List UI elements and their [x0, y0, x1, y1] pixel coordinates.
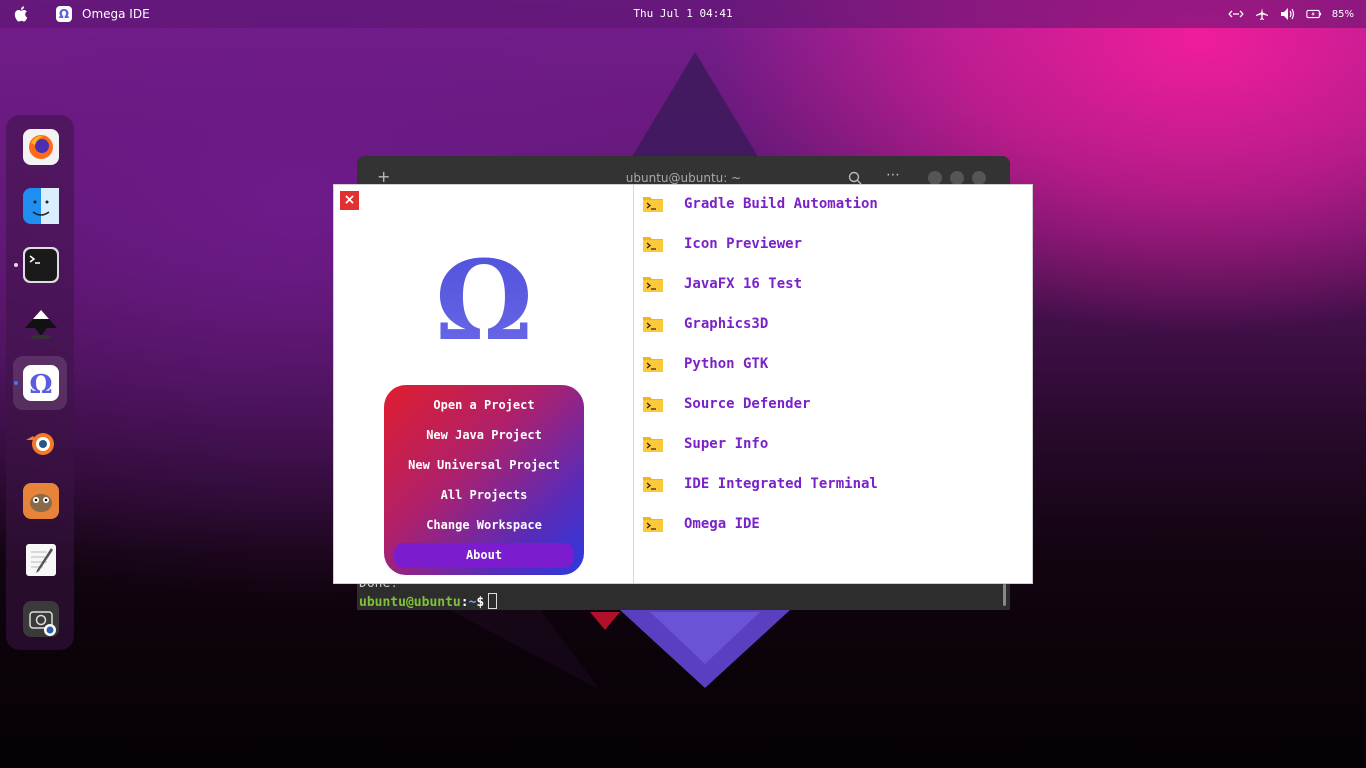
start-menu: Open a Project New Java Project New Univ… [384, 385, 584, 575]
project-name[interactable]: IDE Integrated Terminal [684, 476, 878, 492]
project-name[interactable]: Icon Previewer [684, 236, 802, 252]
volume-icon[interactable] [1280, 6, 1296, 22]
inkscape-icon[interactable] [23, 306, 59, 342]
project-folder-icon [643, 197, 663, 212]
top-bar: Ω Omega IDE Thu Jul 1 04:41 85% [0, 0, 1366, 28]
terminal-prompt: ubuntu@ubuntu:~$ [359, 593, 498, 610]
project-item[interactable]: Source Defender [634, 385, 1032, 425]
airplane-mode-icon[interactable] [1254, 6, 1270, 22]
project-folder-icon [643, 237, 663, 252]
all-projects-button[interactable]: All Projects [394, 483, 574, 513]
maximize-button[interactable] [950, 171, 964, 185]
battery-percentage: 85% [1331, 8, 1354, 20]
svg-text:Ω: Ω [29, 370, 52, 400]
screenshot-icon[interactable] [23, 601, 59, 637]
prompt-separator: : [460, 595, 469, 610]
project-folder-icon [643, 357, 663, 372]
text-cursor [488, 593, 498, 609]
clock[interactable]: Thu Jul 1 04:41 [0, 7, 1366, 20]
running-indicator [14, 263, 18, 267]
running-indicator [14, 381, 18, 385]
new-java-project-button[interactable]: New Java Project [394, 423, 574, 453]
project-item[interactable]: IDE Integrated Terminal [634, 465, 1032, 505]
change-workspace-button[interactable]: Change Workspace [394, 513, 574, 543]
project-item[interactable]: Graphics3D [634, 305, 1032, 345]
about-button[interactable]: About [394, 543, 574, 568]
prompt-user: ubuntu@ubuntu [359, 595, 461, 610]
project-name[interactable]: Source Defender [684, 396, 810, 412]
project-name[interactable]: Gradle Build Automation [684, 196, 878, 212]
project-folder-icon [643, 277, 663, 292]
gimp-icon[interactable] [23, 483, 59, 519]
open-project-button[interactable]: Open a Project [394, 393, 574, 423]
terminal-menu-button[interactable]: ⋯ [886, 167, 900, 183]
omega-ide-icon[interactable]: Ω [23, 365, 59, 401]
project-item[interactable]: Omega IDE [634, 505, 1032, 545]
project-folder-icon [643, 477, 663, 492]
project-name[interactable]: Super Info [684, 436, 768, 452]
new-universal-project-button[interactable]: New Universal Project [394, 453, 574, 483]
system-tray: 85% [1228, 5, 1354, 23]
project-name[interactable]: Omega IDE [684, 516, 760, 532]
project-item[interactable]: Python GTK [634, 345, 1032, 385]
prompt-symbol: $ [476, 595, 485, 610]
project-name[interactable]: JavaFX 16 Test [684, 276, 802, 292]
project-folder-icon [643, 437, 663, 452]
omega-ide-start-dialog: × Ω Open a Project New Java Project New … [333, 184, 1033, 584]
finder-icon[interactable] [23, 188, 59, 224]
dialog-left-pane: × Ω Open a Project New Java Project New … [334, 185, 634, 583]
project-item[interactable]: Super Info [634, 425, 1032, 465]
close-button[interactable]: × [340, 191, 359, 210]
firefox-icon[interactable] [23, 129, 59, 165]
battery-icon[interactable] [1306, 6, 1322, 22]
dock: Ω [6, 115, 74, 650]
project-folder-icon [643, 517, 663, 532]
network-icon[interactable] [1228, 6, 1244, 22]
recent-projects-list: Gradle Build Automation Icon Previewer J… [634, 185, 1032, 545]
minimize-button[interactable] [928, 171, 942, 185]
terminal-icon[interactable] [23, 247, 59, 283]
project-item[interactable]: Icon Previewer [634, 225, 1032, 265]
project-item[interactable]: JavaFX 16 Test [634, 265, 1032, 305]
omega-logo: Ω [435, 245, 533, 345]
project-name[interactable]: Graphics3D [684, 316, 768, 332]
project-item[interactable]: Gradle Build Automation [634, 185, 1032, 225]
terminal-scrollbar[interactable] [1003, 584, 1006, 606]
project-name[interactable]: Python GTK [684, 356, 768, 372]
terminal-title: ubuntu@ubuntu: ~ [625, 171, 742, 185]
omega-logo-glyph: Ω [435, 245, 533, 345]
project-folder-icon [643, 397, 663, 412]
blender-icon[interactable] [23, 424, 59, 460]
project-folder-icon [643, 317, 663, 332]
text-editor-icon[interactable] [23, 542, 59, 578]
window-close-button[interactable] [972, 171, 986, 185]
